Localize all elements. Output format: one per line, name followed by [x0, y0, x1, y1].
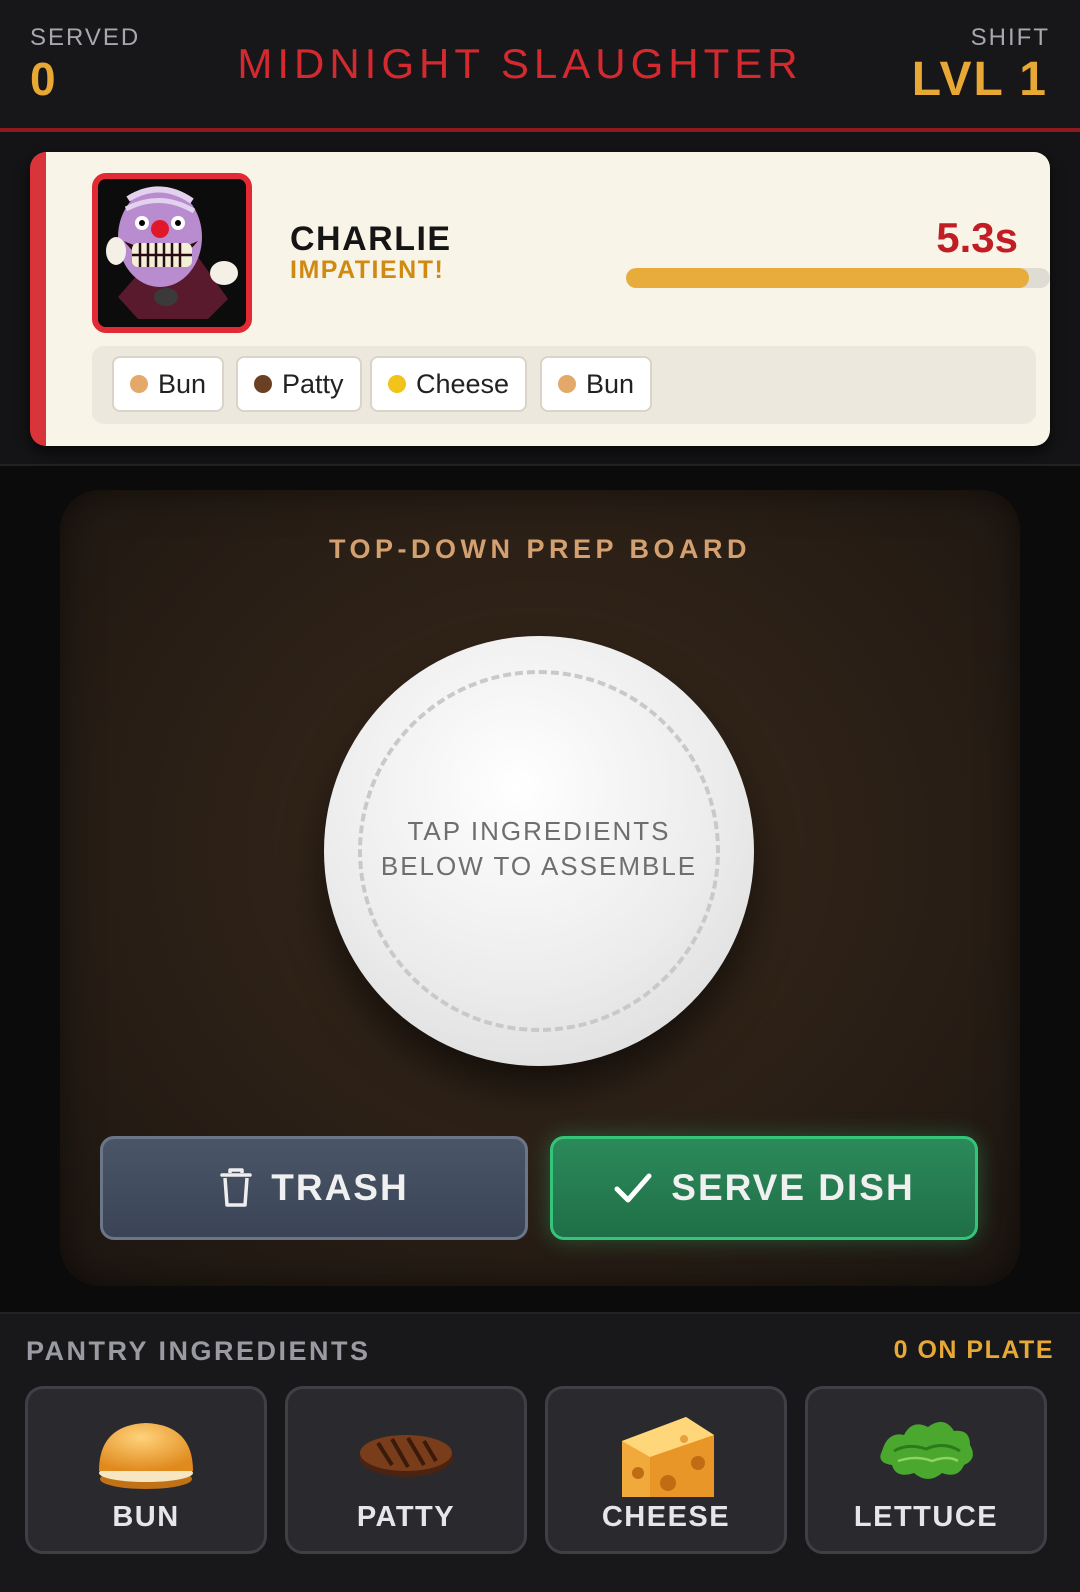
- shift-level: LVL 1: [911, 53, 1048, 106]
- ingredient-label: CHEESE: [601, 1501, 731, 1533]
- clown-avatar-icon: [98, 179, 246, 327]
- cheese-dot-icon: [388, 375, 406, 393]
- lettuce-icon: [808, 1401, 1044, 1501]
- bun-dot-icon: [130, 375, 148, 393]
- trash-button-label: TRASH: [271, 1167, 409, 1208]
- recipe-chip-label: Bun: [586, 368, 635, 399]
- plate-count: 0 ON PLATE: [893, 1336, 1054, 1364]
- order-ticket: CHARLIE IMPATIENT! 5.3s Bun Patty Cheese…: [30, 152, 1050, 446]
- patience-bar: [626, 268, 1050, 288]
- patty-dot-icon: [254, 375, 272, 393]
- serve-dish-button-label: SERVE DISH: [671, 1167, 915, 1208]
- ingredient-bun[interactable]: BUN: [25, 1386, 267, 1554]
- plate-hint: TAP INGREDIENTS BELOW TO ASSEMBLE: [380, 816, 698, 881]
- pantry-title: PANTRY INGREDIENTS: [26, 1336, 371, 1366]
- recipe-chip: Bun: [112, 356, 225, 412]
- recipe-chip: Cheese: [370, 356, 528, 412]
- bun-dot-icon: [558, 375, 576, 393]
- trash-icon: [219, 1168, 253, 1208]
- ingredient-label: PATTY: [356, 1501, 456, 1533]
- prep-board: TOP-DOWN PREP BOARD TAP INGREDIENTS BELO…: [60, 490, 1020, 1286]
- customer-portrait: [92, 173, 252, 333]
- game-title: MIDNIGHT SLAUGHTER: [237, 40, 803, 87]
- assembly-plate[interactable]: TAP INGREDIENTS BELOW TO ASSEMBLE: [324, 636, 754, 1066]
- recipe-chip: Patty: [236, 356, 362, 412]
- prep-board-title: TOP-DOWN PREP BOARD: [328, 534, 752, 564]
- trash-button[interactable]: TRASH: [100, 1136, 528, 1240]
- order-area: CHARLIE IMPATIENT! 5.3s Bun Patty Cheese…: [0, 132, 1080, 466]
- pantry-panel: PANTRY INGREDIENTS 0 ON PLATE BUN PATTY …: [0, 1312, 1080, 1592]
- recipe-chip: Bun: [540, 356, 653, 412]
- cheese-icon: [548, 1401, 784, 1501]
- recipe-list: Bun Patty Cheese Bun: [92, 346, 1036, 424]
- ingredient-patty[interactable]: PATTY: [285, 1386, 527, 1554]
- checkmark-icon: [613, 1171, 653, 1205]
- ingredient-label: LETTUCE: [853, 1501, 999, 1533]
- ingredient-lettuce[interactable]: LETTUCE: [805, 1386, 1047, 1554]
- top-bar: SERVED 0 MIDNIGHT SLAUGHTER SHIFT LVL 1: [0, 0, 1080, 132]
- serve-dish-button[interactable]: SERVE DISH: [550, 1136, 978, 1240]
- patty-icon: [288, 1401, 524, 1501]
- customer-name: CHARLIE: [290, 220, 452, 258]
- recipe-chip-label: Patty: [282, 368, 344, 399]
- recipe-chip-label: Cheese: [416, 368, 510, 399]
- customer-mood: IMPATIENT!: [290, 256, 445, 284]
- bun-icon: [28, 1401, 264, 1501]
- ingredient-label: BUN: [112, 1501, 180, 1533]
- order-timer: 5.3s: [936, 214, 1018, 261]
- recipe-chip-label: Bun: [158, 368, 207, 399]
- patience-bar-fill: [626, 268, 1029, 288]
- shift-label: SHIFT: [970, 24, 1050, 51]
- ingredient-cheese[interactable]: CHEESE: [545, 1386, 787, 1554]
